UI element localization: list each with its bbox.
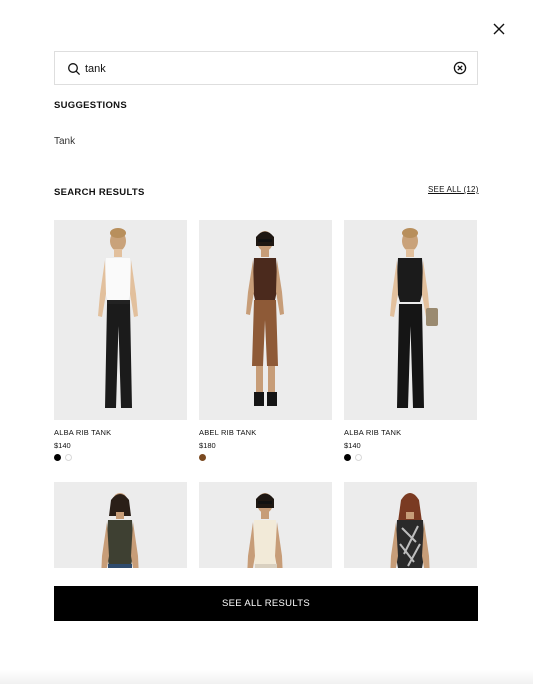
color-swatches xyxy=(199,454,332,462)
search-results-heading: SEARCH RESULTS xyxy=(54,187,145,198)
product-card[interactable]: ALBA RIB TANK $140 xyxy=(54,220,187,462)
product-image[interactable] xyxy=(199,482,332,568)
bottom-fade xyxy=(0,670,533,684)
see-all-results-button[interactable]: SEE ALL RESULTS xyxy=(54,586,478,621)
clear-icon xyxy=(453,61,467,75)
color-swatches xyxy=(54,454,187,462)
color-swatches xyxy=(344,454,477,462)
product-price: $140 xyxy=(54,441,71,450)
product-image[interactable] xyxy=(54,220,187,420)
swatch-black[interactable] xyxy=(344,454,351,461)
suggestions-heading: SUGGESTIONS xyxy=(54,100,127,111)
suggestion-item[interactable]: Tank xyxy=(54,136,75,147)
product-card[interactable] xyxy=(344,482,477,568)
close-icon xyxy=(493,23,505,35)
product-price: $140 xyxy=(344,441,361,450)
product-name[interactable]: ALBA RIB TANK xyxy=(344,428,477,437)
product-name[interactable]: ABEL RIB TANK xyxy=(199,428,332,437)
product-card[interactable]: ALBA RIB TANK $140 xyxy=(344,220,477,462)
close-button[interactable] xyxy=(491,21,507,37)
search-input[interactable] xyxy=(85,59,445,79)
product-card[interactable] xyxy=(54,482,187,568)
search-icon xyxy=(68,63,81,76)
product-card[interactable]: ABEL RIB TANK $180 xyxy=(199,220,332,462)
product-grid: ALBA RIB TANK $140 ABEL RIB TANK $180 AL… xyxy=(54,220,478,568)
see-all-link[interactable]: SEE ALL (12) xyxy=(428,185,479,194)
swatch-white[interactable] xyxy=(355,454,362,461)
product-image[interactable] xyxy=(199,220,332,420)
product-image[interactable] xyxy=(344,482,477,568)
swatch-brown[interactable] xyxy=(199,454,206,461)
product-name[interactable]: ALBA RIB TANK xyxy=(54,428,187,437)
swatch-black[interactable] xyxy=(54,454,61,461)
search-bar xyxy=(54,51,478,85)
product-image[interactable] xyxy=(54,482,187,568)
product-card[interactable] xyxy=(199,482,332,568)
product-price: $180 xyxy=(199,441,216,450)
clear-search-button[interactable] xyxy=(453,61,467,75)
swatch-white[interactable] xyxy=(65,454,72,461)
product-image[interactable] xyxy=(344,220,477,420)
